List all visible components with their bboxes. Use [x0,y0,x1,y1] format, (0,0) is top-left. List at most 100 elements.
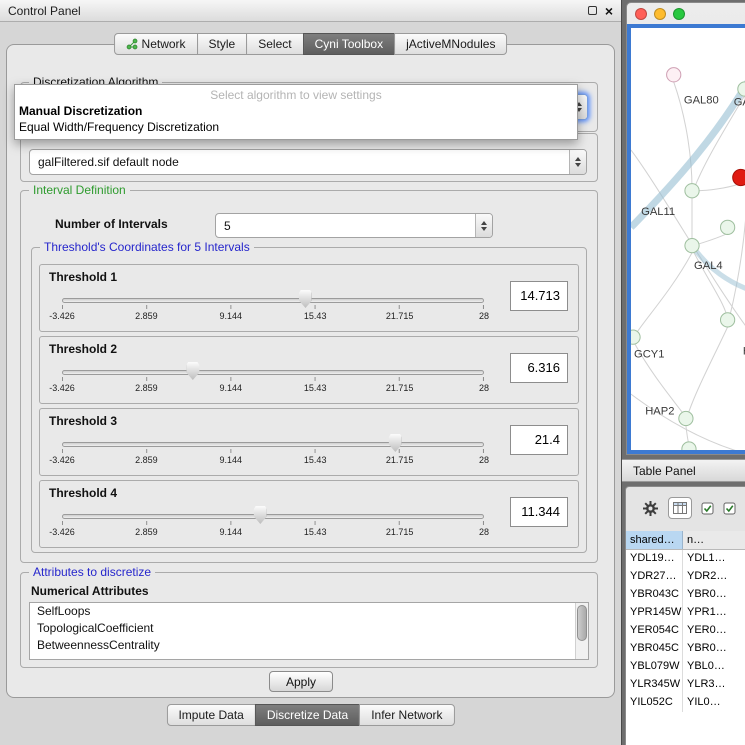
slider-ticks [62,449,484,453]
tab-discretize-data[interactable]: Discretize Data [255,704,360,726]
slider-track[interactable] [62,442,484,447]
tab-label: Select [258,37,291,51]
network-selection-frame: GAL80 GA GAL11 GAL4 GCY1 H HAP2 [627,24,745,454]
slider-scale: -3.426 2.859 9.144 15.43 21.715 28 [62,383,484,395]
threshold-4-slider[interactable]: -3.426 2.859 9.144 15.43 21.715 28 [56,505,490,545]
tab-select[interactable]: Select [246,33,303,55]
group-title: Threshold's Coordinates for 5 Intervals [40,240,254,254]
slider-ticks [62,305,484,309]
deselect-all-rows-icon[interactable] [723,502,736,515]
threshold-4-panel: Threshold 4 -3.426 2.859 9.144 15.43 21.… [39,480,579,548]
column-header-name[interactable]: n… [683,531,745,549]
threshold-label: Threshold 1 [49,270,117,284]
network-node[interactable] [667,68,681,82]
algorithm-dropdown-popup: Select algorithm to view settings Manual… [14,84,578,140]
table-row[interactable]: YDL19… YDL1… [626,550,745,568]
network-node[interactable] [685,239,699,253]
network-edges [631,82,745,450]
network-node[interactable] [685,184,699,198]
close-icon[interactable]: × [605,4,613,18]
stepper-icon[interactable] [475,214,492,237]
network-node-selected-red[interactable] [733,169,745,185]
table-row[interactable]: YER054C YER0… [626,622,745,640]
apply-button[interactable]: Apply [269,671,333,692]
table-row[interactable]: YIL052C YIL0… [626,694,745,712]
node-label: GA [734,96,745,108]
tab-infer-network[interactable]: Infer Network [359,704,454,726]
network-icon [126,38,138,50]
slider-scale: -3.426 2.859 9.144 15.43 21.715 28 [62,455,484,467]
network-node[interactable] [682,442,696,450]
scrollbar[interactable] [575,603,588,659]
table-toolbar [626,487,745,529]
stepper-icon[interactable] [569,150,586,174]
tab-style[interactable]: Style [197,33,248,55]
list-item[interactable]: SelfLoops [30,603,588,620]
threshold-3-value-field[interactable]: 21.4 [510,425,568,455]
float-window-icon[interactable] [588,6,597,15]
node-label: GAL80 [684,94,719,106]
settings-gear-icon[interactable] [642,500,659,517]
table-row[interactable]: YBL079W YBL0… [626,658,745,676]
minimize-traffic-icon[interactable] [654,8,666,20]
table-panel-titlebar: Table Panel [622,459,745,482]
table-row[interactable]: YDR27… YDR2… [626,568,745,586]
threshold-4-value-field[interactable]: 11.344 [510,497,568,527]
show-columns-icon[interactable] [668,497,692,519]
table-data-group: Table Data galFiltered.sif default node [20,133,598,182]
table-row[interactable]: YPR145W YPR1… [626,604,745,622]
tab-jactivemnodules[interactable]: jActiveMNodules [394,33,507,55]
threshold-3-slider[interactable]: -3.426 2.859 9.144 15.43 21.715 28 [56,433,490,473]
threshold-1-panel: Threshold 1 -3.426 2.859 9.144 15.43 21.… [39,264,579,332]
tab-label: Impute Data [178,708,243,722]
network-view-window: GAL80 GA GAL11 GAL4 GCY1 H HAP2 [626,2,745,455]
slider-track[interactable] [62,370,484,375]
dropdown-option-equal-width-frequency[interactable]: Equal Width/Frequency Discretization [15,119,577,135]
table-data-combobox[interactable]: galFiltered.sif default node [29,149,587,175]
numerical-attributes-label: Numerical Attributes [31,584,149,598]
threshold-1-value-field[interactable]: 14.713 [510,281,568,311]
number-of-intervals-combobox[interactable]: 5 [215,213,493,238]
network-node[interactable] [720,220,734,234]
dropdown-option-manual-discretization[interactable]: Manual Discretization [15,103,577,119]
slider-track[interactable] [62,514,484,519]
network-nodes [631,68,745,450]
threshold-2-value-field[interactable]: 6.316 [510,353,568,383]
number-of-intervals-value: 5 [216,219,475,233]
table-row[interactable]: YBR045C YBR0… [626,640,745,658]
tab-label: jActiveMNodules [406,37,495,51]
node-label: GCY1 [634,348,664,360]
threshold-label: Threshold 3 [49,414,117,428]
tab-impute-data[interactable]: Impute Data [166,704,255,726]
tab-cyni-toolbox[interactable]: Cyni Toolbox [303,33,395,55]
control-panel-titlebar: Control Panel × [0,0,621,22]
table-row[interactable]: YLR345W YLR3… [626,676,745,694]
bottom-tabbar: Impute Data Discretize Data Infer Networ… [166,704,454,726]
network-node[interactable] [631,330,640,344]
scrollbar-thumb[interactable] [577,605,587,641]
slider-track[interactable] [62,298,484,303]
threshold-2-slider[interactable]: -3.426 2.859 9.144 15.43 21.715 28 [56,361,490,401]
list-item[interactable]: BetweennessCentrality [30,637,588,654]
list-item[interactable]: TopologicalCoefficient [30,620,588,637]
threshold-label: Threshold 2 [49,342,117,356]
slider-ticks [62,521,484,525]
number-of-intervals-label: Number of Intervals [55,217,168,231]
node-label: GAL4 [694,260,723,272]
column-header-shared-name[interactable]: shared… [626,531,683,549]
network-node[interactable] [679,411,693,425]
select-all-rows-icon[interactable] [701,502,714,515]
network-node[interactable] [720,313,734,327]
threshold-1-slider[interactable]: -3.426 2.859 9.144 15.43 21.715 28 [56,289,490,329]
table-data-value: galFiltered.sif default node [30,155,569,169]
tab-label: Network [142,37,186,51]
tab-network[interactable]: Network [114,33,198,55]
close-traffic-icon[interactable] [635,8,647,20]
node-table: shared… n… YDL19… YDL1… YDR27… YDR2… YBR… [626,531,745,745]
slider-ticks [62,377,484,381]
group-title: Attributes to discretize [29,565,155,579]
network-canvas[interactable]: GAL80 GA GAL11 GAL4 GCY1 H HAP2 [631,28,745,450]
table-row[interactable]: YBR043C YBR0… [626,586,745,604]
zoom-traffic-icon[interactable] [673,8,685,20]
group-title: Interval Definition [29,183,130,197]
